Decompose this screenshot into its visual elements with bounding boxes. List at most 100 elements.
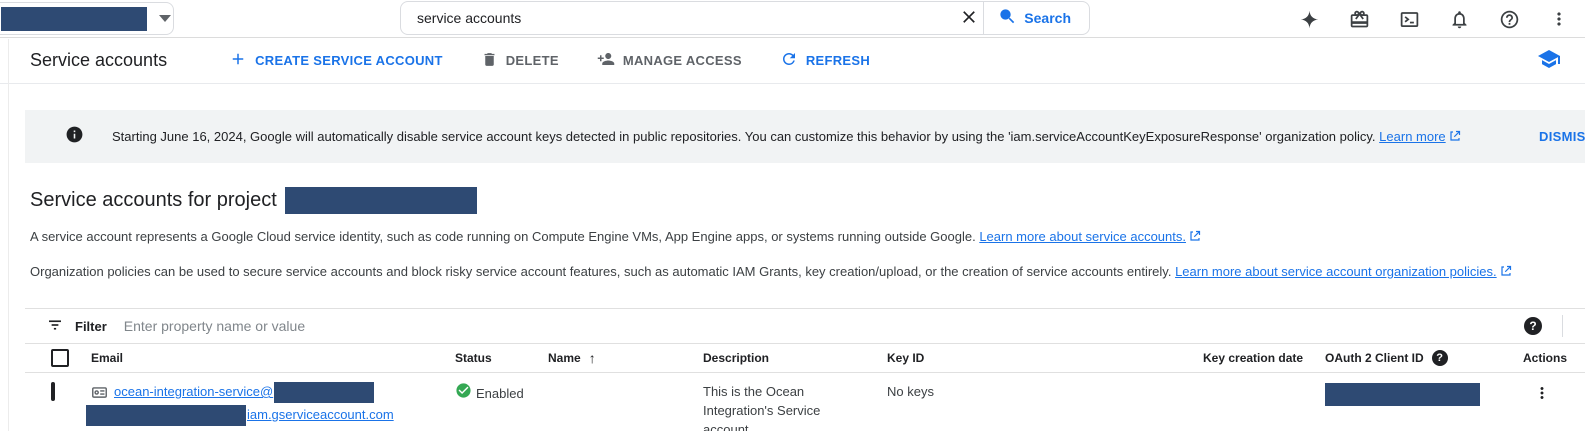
intro-paragraph: A service account represents a Google Cl… [30, 229, 1585, 245]
page-title: Service accounts [30, 50, 167, 71]
graduation-cap-icon [1537, 47, 1561, 74]
external-link-icon [1189, 230, 1201, 245]
more-vertical-icon [1549, 9, 1569, 29]
filter-input[interactable] [107, 318, 1520, 334]
question-circle-icon: ? [1524, 317, 1542, 335]
service-account-email-link[interactable]: iam.gserviceaccount.com [247, 407, 394, 422]
service-account-email-link[interactable]: ocean-integration-service@ [114, 384, 273, 399]
status-cell: Enabled [455, 382, 548, 404]
cloud-shell-button[interactable] [1395, 5, 1424, 34]
table-row: ocean-integration-service@ iam.gservicea… [25, 373, 1585, 431]
search-input[interactable] [401, 10, 955, 26]
check-circle-icon [455, 382, 472, 404]
info-banner: Starting June 16, 2024, Google will auto… [25, 110, 1585, 163]
column-header-description[interactable]: Description [703, 351, 887, 365]
banner-message: Starting June 16, 2024, Google will auto… [112, 129, 1376, 144]
search-bar: Search [400, 1, 1090, 35]
learning-panel-button[interactable] [1533, 43, 1565, 78]
banner-learn-more-link[interactable]: Learn more [1379, 129, 1445, 144]
intro-text: A service account represents a Google Cl… [30, 229, 976, 244]
more-options-button[interactable] [1545, 5, 1573, 33]
service-account-badge-icon [91, 384, 108, 406]
filter-help-button[interactable]: ? [1520, 313, 1546, 339]
redacted-project-name [1, 7, 147, 31]
email-cell: ocean-integration-service@ iam.gservicea… [91, 382, 455, 426]
search-button-label: Search [1024, 10, 1071, 26]
filter-label: Filter [75, 319, 107, 334]
search-button[interactable]: Search [983, 2, 1089, 34]
more-vertical-icon [1533, 390, 1551, 405]
search-icon [998, 7, 1017, 29]
help-icon [1499, 9, 1520, 30]
divider [1562, 315, 1563, 337]
redacted-email-part [274, 382, 374, 403]
create-service-account-button[interactable]: CREATE SERVICE ACCOUNT [229, 50, 443, 71]
sort-ascending-icon: ↑ [589, 350, 596, 366]
redacted-email-part [86, 405, 246, 426]
chevron-down-icon [159, 15, 171, 22]
filter-bar: Filter ? [25, 308, 1585, 343]
delete-label: DELETE [506, 53, 559, 68]
filter-button[interactable]: Filter [46, 316, 107, 337]
dismiss-clip: DISMISS [1539, 128, 1585, 146]
column-header-oauth-client-id[interactable]: OAuth 2 Client ID ? [1325, 350, 1523, 366]
service-accounts-learn-more-link[interactable]: Learn more about service accounts. [979, 229, 1186, 244]
org-policy-paragraph: Organization policies can be used to sec… [30, 264, 1585, 280]
create-service-account-label: CREATE SERVICE ACCOUNT [255, 53, 443, 68]
service-accounts-table: Email Status Name ↑ Description Key ID K… [25, 343, 1585, 431]
oauth-header-label: OAuth 2 Client ID [1325, 351, 1424, 365]
free-trial-button[interactable] [1345, 5, 1374, 34]
dismiss-button[interactable]: DISMISS [1539, 129, 1585, 144]
content-left-edge [8, 39, 9, 431]
table-header-row: Email Status Name ↑ Description Key ID K… [25, 343, 1585, 373]
external-link-icon [1449, 130, 1461, 145]
clear-search-button[interactable] [955, 3, 983, 34]
manage-access-button[interactable]: MANAGE ACCESS [597, 50, 742, 71]
column-header-name[interactable]: Name ↑ [548, 350, 703, 366]
key-id-cell: No keys [887, 382, 1203, 401]
org-policy-text: Organization policies can be used to sec… [30, 264, 1171, 279]
column-header-status[interactable]: Status [455, 351, 548, 365]
column-header-key-creation-date[interactable]: Key creation date [1203, 351, 1325, 365]
close-icon [959, 7, 979, 30]
notifications-button[interactable] [1445, 5, 1474, 34]
oauth-client-id-cell [1325, 382, 1523, 411]
trash-icon [481, 51, 498, 71]
refresh-label: REFRESH [806, 53, 870, 68]
row-checkbox[interactable] [51, 382, 55, 401]
manage-access-label: MANAGE ACCESS [623, 53, 742, 68]
topbar-actions [1295, 0, 1573, 38]
terminal-icon [1399, 9, 1420, 30]
org-policies-learn-more-link[interactable]: Learn more about service account organiz… [1175, 264, 1497, 279]
delete-button[interactable]: DELETE [481, 51, 559, 71]
sparkle-icon [1299, 9, 1320, 30]
redacted-oauth-client-id [1325, 383, 1480, 406]
person-add-icon [597, 50, 615, 71]
banner-text: Starting June 16, 2024, Google will auto… [112, 129, 1461, 145]
column-header-key-id[interactable]: Key ID [887, 351, 1203, 365]
refresh-icon [780, 50, 798, 71]
info-icon [65, 125, 84, 149]
refresh-button[interactable]: REFRESH [780, 50, 870, 71]
name-header-label: Name [548, 351, 581, 365]
topbar: Search [0, 0, 1585, 38]
help-button[interactable] [1495, 5, 1524, 34]
section-heading: Service accounts for project [30, 189, 277, 212]
email-link-block: ocean-integration-service@ iam.gservicea… [114, 382, 394, 426]
page-toolbar: Service accounts CREATE SERVICE ACCOUNT … [0, 38, 1585, 84]
column-header-actions: Actions [1523, 351, 1585, 365]
question-circle-icon: ? [1432, 350, 1448, 366]
column-header-email[interactable]: Email [91, 351, 455, 365]
project-selector[interactable] [0, 2, 174, 35]
filter-icon [46, 316, 64, 337]
status-text: Enabled [476, 384, 524, 403]
gemini-button[interactable] [1295, 5, 1324, 34]
redacted-project-id [285, 187, 477, 214]
description-cell: This is the Ocean Integration's Service … [703, 382, 835, 431]
select-all-checkbox[interactable] [51, 349, 69, 367]
row-actions-button[interactable] [1527, 382, 1557, 407]
gift-icon [1349, 9, 1370, 30]
external-link-icon [1500, 265, 1512, 280]
plus-icon [229, 50, 247, 71]
filter-actions: ? [1520, 313, 1563, 339]
